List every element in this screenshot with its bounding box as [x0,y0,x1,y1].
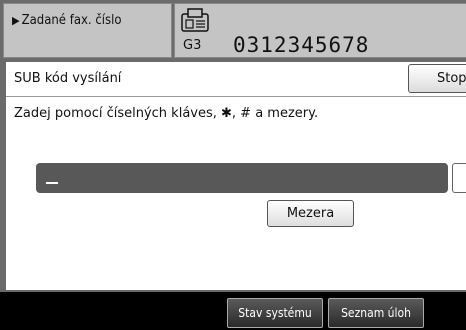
job-list-button[interactable]: Seznam úloh [328,298,424,328]
fax-icon [181,8,209,32]
destination-label: Zadané fax. číslo [21,13,122,28]
panel-header: SUB kód vysílání Stop [6,62,466,97]
destination-panel: ▶ Zadané fax. číslo [3,3,172,58]
destination-label-wrap: ▶ Zadané fax. číslo [12,13,122,28]
system-status-button[interactable]: Stav systému [227,298,323,328]
fax-number: 0312345678 [233,33,370,57]
arrow-right-icon: ▶ [12,14,20,27]
fax-number-panel: G3 0312345678 [174,3,466,58]
stop-button[interactable]: Stop [408,64,466,93]
text-cursor [46,182,58,184]
space-button[interactable]: Mezera [267,200,354,227]
sub-code-panel: SUB kód vysílání Stop Zadej pomocí čísel… [6,62,466,290]
panel-title: SUB kód vysílání [14,71,122,86]
instruction-text: Zadej pomocí číselných kláves, ✱, # a me… [14,106,319,121]
sub-code-input[interactable] [36,163,448,193]
status-bar: Stav systému Seznam úloh [0,292,466,330]
clear-button[interactable] [452,163,466,193]
line-type: G3 [183,38,202,53]
